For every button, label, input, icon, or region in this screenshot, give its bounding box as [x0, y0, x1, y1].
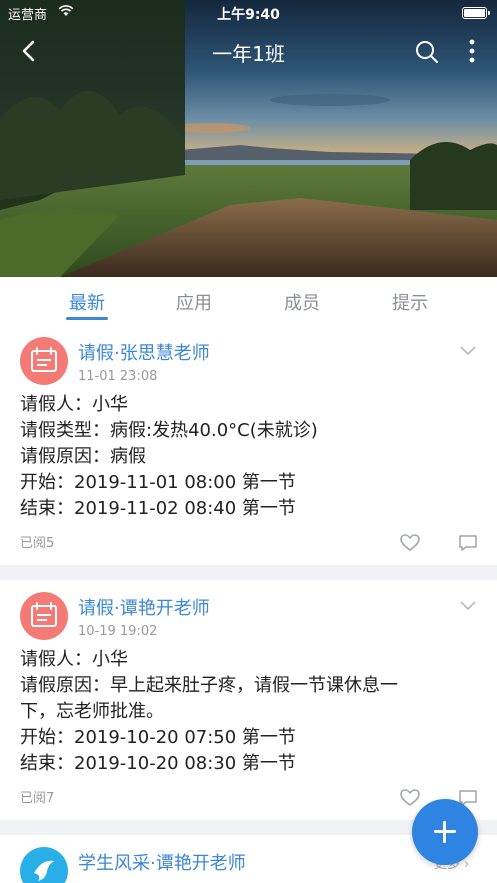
- body-line: 请假人：小华: [20, 649, 128, 670]
- chevron-down-icon[interactable]: [458, 343, 478, 357]
- heart-icon[interactable]: [399, 533, 421, 553]
- calendar-icon: [31, 602, 57, 627]
- post-time: 10-19 19:02: [78, 624, 158, 639]
- tab-bar: 最新 应用 成员 提示: [0, 277, 497, 325]
- add-button[interactable]: [412, 799, 478, 865]
- student-style-avatar: [20, 847, 68, 883]
- body-line: 开始：2019-11-01 08:00 第一节: [20, 472, 296, 493]
- chevron-down-icon[interactable]: [458, 598, 478, 612]
- body-line: 请假人：小华: [20, 394, 128, 415]
- heart-icon[interactable]: [399, 788, 421, 808]
- leave-avatar: [20, 337, 68, 385]
- body-line: 下，忘老师批准。: [20, 701, 164, 722]
- tab-apps[interactable]: 应用: [154, 289, 234, 315]
- leave-avatar: [20, 592, 68, 640]
- read-count[interactable]: 已阅5: [20, 532, 54, 551]
- post-body: 请假人：小华 请假原因：早上起来肚子疼，请假一节课休息一 下，忘老师批准。 开始…: [20, 647, 485, 777]
- chevron-right-icon: ›: [464, 857, 470, 872]
- bird-icon: [34, 860, 54, 881]
- body-line: 开始：2019-10-20 07:50 第一节: [20, 727, 296, 748]
- post-card[interactable]: 请假·张思慧老师 11-01 23:08 请假人：小华 请假类型：病假:发热40…: [0, 325, 497, 565]
- tab-latest[interactable]: 最新: [47, 289, 127, 315]
- post-title[interactable]: 请假·张思慧老师: [78, 339, 210, 365]
- tab-active-indicator: [66, 317, 108, 320]
- more-vertical-icon[interactable]: [460, 36, 484, 66]
- search-icon[interactable]: [413, 38, 441, 66]
- post-body: 请假人：小华 请假类型：病假:发热40.0°C(未就诊) 请假原因：病假 开始：…: [20, 392, 485, 522]
- calendar-icon: [31, 347, 57, 372]
- body-line: 请假原因：病假: [20, 446, 146, 467]
- comment-icon[interactable]: [457, 533, 479, 553]
- tab-tips[interactable]: 提示: [370, 289, 450, 315]
- post-title[interactable]: 请假·谭艳开老师: [78, 594, 210, 620]
- post-card[interactable]: 请假·谭艳开老师 10-19 19:02 请假人：小华 请假原因：早上起来肚子疼…: [0, 580, 497, 820]
- status-bar: 运营商 上午9:40: [0, 0, 497, 26]
- tab-members[interactable]: 成员: [262, 289, 342, 315]
- read-count[interactable]: 已阅7: [20, 787, 54, 806]
- post-time: 11-01 23:08: [78, 369, 158, 384]
- battery-icon: [462, 7, 490, 19]
- body-line: 结束：2019-10-20 08:30 第一节: [20, 753, 296, 774]
- post-title[interactable]: 学生风采·谭艳开老师: [78, 849, 246, 875]
- body-line: 请假类型：病假:发热40.0°C(未就诊): [20, 420, 318, 441]
- body-line: 结束：2019-11-02 08:40 第一节: [20, 498, 296, 519]
- nav-bar: 一年1班: [0, 28, 497, 74]
- clock: 上午9:40: [217, 7, 280, 23]
- body-line: 请假原因：早上起来肚子疼，请假一节课休息一: [20, 675, 398, 696]
